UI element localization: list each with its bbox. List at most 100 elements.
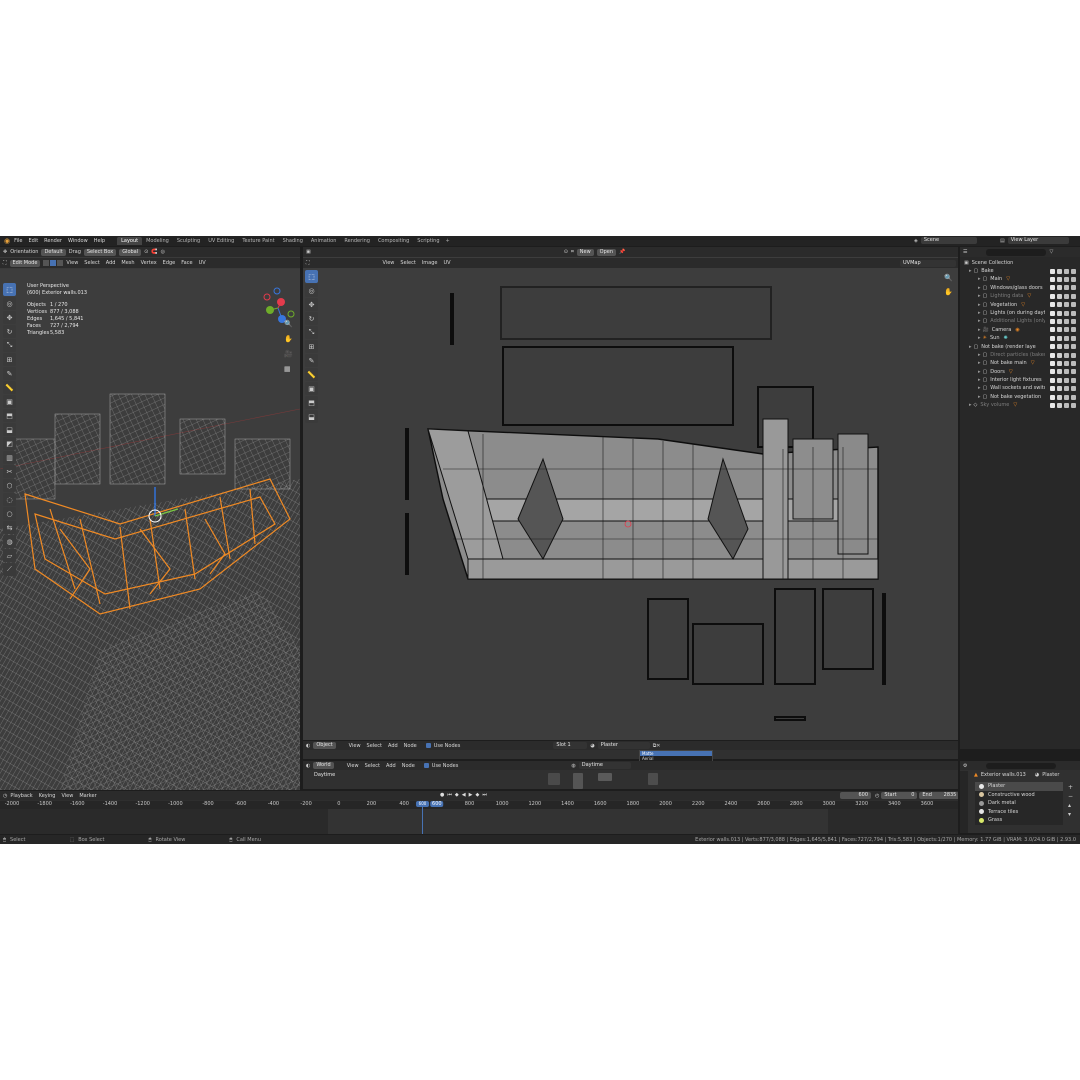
expand-arrow-icon[interactable]: ▸ bbox=[978, 292, 981, 300]
outliner-item[interactable]: ▸ ▢ Doors ▽ bbox=[960, 367, 1080, 377]
uv-snap-icon[interactable]: ⌗ bbox=[571, 249, 574, 255]
monitor-icon[interactable] bbox=[1071, 344, 1076, 350]
camera-render-icon[interactable] bbox=[1064, 386, 1069, 392]
timeline-menu-item[interactable]: View bbox=[61, 793, 73, 799]
top-menu-item[interactable]: Render bbox=[44, 238, 62, 244]
playhead-marker[interactable]: 600 bbox=[416, 801, 429, 807]
tab-modeling[interactable]: Modeling bbox=[142, 237, 173, 245]
monitor-icon[interactable] bbox=[1071, 293, 1076, 299]
use-nodes-checkbox[interactable] bbox=[425, 743, 431, 748]
shader-editor[interactable]: ◐ Object View Select Add Node Use Nodes Slo… bbox=[303, 741, 958, 762]
scene-selector[interactable]: ◈ Scene bbox=[914, 237, 977, 244]
outliner-type-icon[interactable]: ☰ bbox=[963, 249, 967, 255]
camera-render-icon[interactable] bbox=[1064, 344, 1069, 350]
outliner-item[interactable]: ▸ ▢ Vegetation ▽ bbox=[960, 300, 1080, 309]
monitor-icon[interactable] bbox=[1071, 386, 1076, 392]
add-workspace-button[interactable]: + bbox=[446, 238, 450, 244]
camera-render-icon[interactable] bbox=[1064, 360, 1069, 366]
world-field[interactable]: Daytime bbox=[578, 762, 631, 769]
uv-editor-type-icon[interactable]: ▣ bbox=[306, 249, 311, 255]
material-slot[interactable]: Dark metal bbox=[975, 799, 1063, 808]
blender-logo-icon[interactable]: ◉ bbox=[4, 237, 10, 245]
current-frame-field[interactable]: 600 bbox=[840, 792, 871, 799]
exclude-checkbox[interactable] bbox=[1050, 344, 1055, 350]
monitor-icon[interactable] bbox=[1071, 360, 1076, 366]
tab-texture-paint[interactable]: Texture Paint bbox=[238, 237, 278, 245]
tool-bevel-icon[interactable]: ◩ bbox=[3, 437, 16, 450]
camera-render-icon[interactable] bbox=[1064, 310, 1069, 316]
eye-icon[interactable] bbox=[1057, 377, 1062, 383]
uvmap-selector[interactable]: UVMap bbox=[900, 259, 956, 267]
viewport-menu-item[interactable]: Add bbox=[106, 260, 116, 266]
eye-icon[interactable] bbox=[1057, 352, 1062, 358]
jump-end-icon[interactable]: ⏭ bbox=[482, 792, 487, 798]
record-icon[interactable]: ● bbox=[440, 792, 444, 798]
expand-arrow-icon[interactable]: ▸ bbox=[978, 301, 981, 309]
viewport-menu-item[interactable]: View bbox=[66, 260, 78, 266]
tool-select-box-icon[interactable]: ⬚ bbox=[3, 283, 16, 296]
world-menu-item[interactable]: View bbox=[347, 763, 359, 769]
eye-icon[interactable] bbox=[1057, 319, 1062, 325]
tool-edge-slide-icon[interactable]: ⇆ bbox=[3, 521, 16, 534]
monitor-icon[interactable] bbox=[1071, 268, 1076, 274]
camera-render-icon[interactable] bbox=[1064, 335, 1069, 341]
outliner-item[interactable]: ▸ ▢ Additional Lights (only bbox=[960, 317, 1080, 326]
mode-dropdown[interactable]: Edit Mode bbox=[9, 259, 41, 267]
tool-rip-icon[interactable]: ⟋ bbox=[3, 563, 16, 576]
shader-menu-item[interactable]: Select bbox=[367, 743, 382, 749]
face-select-icon[interactable] bbox=[57, 260, 64, 266]
outliner-item[interactable]: ▸ ▢ Main ▽ bbox=[960, 275, 1080, 283]
material-slot[interactable]: Grass bbox=[975, 816, 1063, 825]
pan-hand-icon[interactable]: ✋ bbox=[284, 332, 293, 347]
world-type-dropdown[interactable]: World bbox=[313, 762, 334, 769]
outliner-search-input[interactable] bbox=[986, 248, 1047, 256]
end-frame-field[interactable]: End 2835 bbox=[919, 792, 958, 799]
tool-spin-icon[interactable]: ◌ bbox=[3, 493, 16, 506]
eye-icon[interactable] bbox=[1057, 394, 1062, 400]
expand-arrow-icon[interactable]: ▸ bbox=[978, 326, 981, 334]
tool-inset-icon[interactable]: ⬓ bbox=[3, 423, 16, 436]
eye-icon[interactable] bbox=[1057, 302, 1062, 308]
expand-arrow-icon[interactable]: ▸ bbox=[978, 368, 981, 376]
shader-type-dropdown[interactable]: Object bbox=[313, 742, 336, 749]
tool-shear-icon[interactable]: ▱ bbox=[3, 549, 16, 562]
open-image-button[interactable]: Open bbox=[596, 248, 617, 256]
camera-render-icon[interactable] bbox=[1064, 277, 1069, 283]
material-field[interactable]: Plaster bbox=[597, 742, 650, 749]
exclude-checkbox[interactable] bbox=[1050, 293, 1055, 299]
play-icon[interactable]: ▶ bbox=[469, 792, 473, 798]
filter-icon[interactable]: ▽ bbox=[1049, 249, 1053, 255]
uv-pivot-icon[interactable]: ⊙ bbox=[564, 249, 568, 255]
exclude-checkbox[interactable] bbox=[1050, 360, 1055, 366]
world-menu-item[interactable]: Select bbox=[365, 763, 380, 769]
material-slot[interactable]: Terrace tiles bbox=[975, 808, 1063, 817]
tab-uv-editing[interactable]: UV Editing bbox=[204, 237, 238, 245]
monitor-icon[interactable] bbox=[1071, 394, 1076, 400]
next-keyframe-icon[interactable]: ◆ bbox=[475, 792, 479, 798]
tab-compositing[interactable]: Compositing bbox=[374, 237, 413, 245]
monitor-icon[interactable] bbox=[1071, 277, 1076, 283]
exclude-checkbox[interactable] bbox=[1050, 335, 1055, 341]
exclude-checkbox[interactable] bbox=[1050, 268, 1055, 274]
proportional-edit-icon[interactable]: ◎ bbox=[161, 249, 165, 255]
view-layer-selector[interactable]: ▤ View Layer bbox=[1000, 237, 1069, 244]
exclude-checkbox[interactable] bbox=[1050, 302, 1055, 308]
timeline-menu-item[interactable]: Playback bbox=[10, 793, 32, 799]
outliner-item[interactable]: ▸ ☀ Sun ✺ bbox=[960, 334, 1080, 343]
tool-transform-icon[interactable]: ⊞ bbox=[3, 353, 16, 366]
outliner-item[interactable]: ▸▢Not bake (render layer off b bbox=[960, 343, 1080, 351]
camera-render-icon[interactable] bbox=[1064, 302, 1069, 308]
eye-icon[interactable] bbox=[1057, 335, 1062, 341]
outliner-item[interactable]: ▸ ▢ Lighting data ▽ bbox=[960, 292, 1080, 300]
vertex-select-icon[interactable] bbox=[43, 260, 50, 266]
exclude-checkbox[interactable] bbox=[1050, 277, 1055, 283]
world-menu-item[interactable]: Add bbox=[386, 763, 396, 769]
tab-rendering[interactable]: Rendering bbox=[340, 237, 374, 245]
expand-arrow-icon[interactable]: ▸ bbox=[978, 351, 981, 359]
eye-icon[interactable] bbox=[1057, 402, 1062, 408]
exclude-checkbox[interactable] bbox=[1050, 310, 1055, 316]
timeline-type-icon[interactable]: ◷ bbox=[3, 793, 7, 799]
camera-render-icon[interactable] bbox=[1064, 293, 1069, 299]
expand-arrow-icon[interactable]: ▸ bbox=[978, 359, 981, 367]
eye-icon[interactable] bbox=[1057, 327, 1062, 333]
